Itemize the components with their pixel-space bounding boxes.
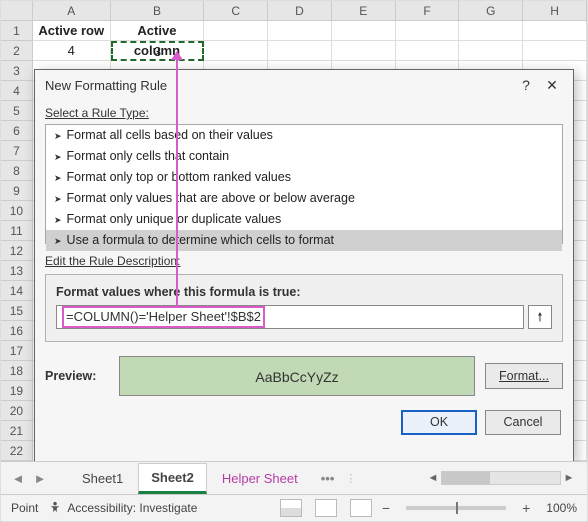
view-page-layout-icon[interactable] bbox=[315, 499, 337, 517]
tab-nav-next-icon[interactable]: ► bbox=[29, 471, 51, 486]
row-header[interactable]: 6 bbox=[1, 121, 33, 141]
row-header[interactable]: 12 bbox=[1, 241, 33, 261]
cell-B1[interactable]: Active column bbox=[111, 21, 205, 41]
view-page-break-icon[interactable] bbox=[350, 499, 372, 517]
rule-description-box: Format values where this formula is true… bbox=[45, 274, 563, 342]
cell-B2-selected[interactable]: 3 bbox=[111, 41, 205, 61]
rule-type-list[interactable]: Format all cells based on their values F… bbox=[45, 124, 563, 244]
cell[interactable] bbox=[204, 41, 268, 61]
hscroll-thumb[interactable] bbox=[442, 472, 490, 484]
cell[interactable] bbox=[268, 21, 332, 41]
row-header[interactable]: 7 bbox=[1, 141, 33, 161]
tab-nav-prev-icon[interactable]: ◄ bbox=[7, 471, 29, 486]
cell[interactable] bbox=[332, 21, 396, 41]
rule-type-item[interactable]: Format only cells that contain bbox=[46, 146, 562, 167]
row-header[interactable]: 9 bbox=[1, 181, 33, 201]
cell[interactable] bbox=[396, 41, 460, 61]
row-header[interactable]: 14 bbox=[1, 281, 33, 301]
formula-label: Format values where this formula is true… bbox=[56, 285, 552, 299]
row-header[interactable]: 1 bbox=[1, 21, 33, 41]
col-header[interactable]: G bbox=[459, 1, 523, 21]
col-header[interactable]: C bbox=[204, 1, 268, 21]
accessibility-status[interactable]: Accessibility: Investigate bbox=[48, 501, 197, 515]
sheet-tabs-bar: ◄ ► Sheet1 Sheet2 Helper Sheet ••• ⋮ ◄ ► bbox=[1, 461, 587, 494]
preview-label: Preview: bbox=[45, 369, 109, 383]
row-header[interactable]: 21 bbox=[1, 421, 33, 441]
row-header[interactable]: 16 bbox=[1, 321, 33, 341]
preview-sample: AaBbCcYyZz bbox=[119, 356, 475, 396]
col-header[interactable]: D bbox=[268, 1, 332, 21]
zoom-slider[interactable] bbox=[406, 506, 506, 510]
more-tabs-icon[interactable]: ••• bbox=[313, 471, 343, 486]
sheet-tab-active[interactable]: Sheet2 bbox=[138, 463, 207, 494]
formula-value: =COLUMN()='Helper Sheet'!$B$2 bbox=[62, 306, 265, 328]
ok-button[interactable]: OK bbox=[401, 410, 477, 435]
row-header[interactable]: 15 bbox=[1, 301, 33, 321]
row-header[interactable]: 18 bbox=[1, 361, 33, 381]
col-header[interactable]: B bbox=[111, 1, 205, 21]
select-rule-type-label: Select a Rule Type: bbox=[35, 100, 573, 124]
cell[interactable] bbox=[459, 41, 523, 61]
cancel-button[interactable]: Cancel bbox=[485, 410, 561, 435]
accessibility-icon bbox=[48, 501, 62, 515]
cell[interactable] bbox=[332, 41, 396, 61]
col-header[interactable]: H bbox=[523, 1, 587, 21]
cell[interactable] bbox=[523, 41, 587, 61]
row-header[interactable]: 20 bbox=[1, 401, 33, 421]
tab-separator: ⋮ bbox=[342, 472, 359, 485]
col-header[interactable]: A bbox=[33, 1, 111, 21]
zoom-out-icon[interactable]: − bbox=[382, 500, 390, 516]
collapse-dialog-icon[interactable]: 🠕 bbox=[528, 305, 552, 329]
cell-A1[interactable]: Active row bbox=[33, 21, 111, 41]
zoom-in-icon[interactable]: + bbox=[522, 500, 530, 516]
row-header[interactable]: 2 bbox=[1, 41, 33, 61]
status-bar: Point Accessibility: Investigate − + 100… bbox=[1, 494, 587, 521]
cell[interactable] bbox=[459, 21, 523, 41]
hscroll-right-icon[interactable]: ► bbox=[561, 472, 577, 484]
cell[interactable] bbox=[204, 21, 268, 41]
mode-indicator: Point bbox=[11, 501, 38, 515]
help-button[interactable]: ? bbox=[513, 72, 539, 98]
formula-input[interactable]: =COLUMN()='Helper Sheet'!$B$2 bbox=[56, 305, 524, 329]
row-header[interactable]: 11 bbox=[1, 221, 33, 241]
dialog-title: New Formatting Rule bbox=[45, 78, 167, 93]
zoom-level[interactable]: 100% bbox=[546, 501, 577, 515]
row-header[interactable]: 22 bbox=[1, 441, 33, 461]
row-header[interactable]: 5 bbox=[1, 101, 33, 121]
sheet-tab[interactable]: Sheet1 bbox=[69, 464, 136, 493]
rule-type-item[interactable]: Format only unique or duplicate values bbox=[46, 209, 562, 230]
rule-type-item[interactable]: Format only values that are above or bel… bbox=[46, 188, 562, 209]
row-header[interactable]: 4 bbox=[1, 81, 33, 101]
select-all-corner[interactable] bbox=[1, 1, 33, 21]
row-header[interactable]: 13 bbox=[1, 261, 33, 281]
view-normal-icon[interactable] bbox=[280, 499, 302, 517]
rule-type-item[interactable]: Format all cells based on their values bbox=[46, 125, 562, 146]
cell[interactable] bbox=[396, 21, 460, 41]
rule-type-item[interactable]: Format only top or bottom ranked values bbox=[46, 167, 562, 188]
cell[interactable] bbox=[523, 21, 587, 41]
sheet-tab-helper[interactable]: Helper Sheet bbox=[209, 464, 311, 493]
hscroll-track[interactable] bbox=[441, 471, 561, 485]
col-header[interactable]: E bbox=[332, 1, 396, 21]
row-header[interactable]: 3 bbox=[1, 61, 33, 81]
row-header[interactable]: 10 bbox=[1, 201, 33, 221]
col-header[interactable]: F bbox=[396, 1, 460, 21]
row-header[interactable]: 17 bbox=[1, 341, 33, 361]
row-header[interactable]: 8 bbox=[1, 161, 33, 181]
cell[interactable] bbox=[268, 41, 332, 61]
edit-rule-description-label: Edit the Rule Description: bbox=[35, 244, 573, 274]
close-button[interactable]: ✕ bbox=[539, 72, 565, 98]
new-formatting-rule-dialog: New Formatting Rule ? ✕ Select a Rule Ty… bbox=[34, 69, 574, 463]
format-button[interactable]: Format... bbox=[485, 363, 563, 389]
cell-A2[interactable]: 4 bbox=[33, 41, 111, 61]
hscroll-left-icon[interactable]: ◄ bbox=[425, 472, 441, 484]
row-header[interactable]: 19 bbox=[1, 381, 33, 401]
